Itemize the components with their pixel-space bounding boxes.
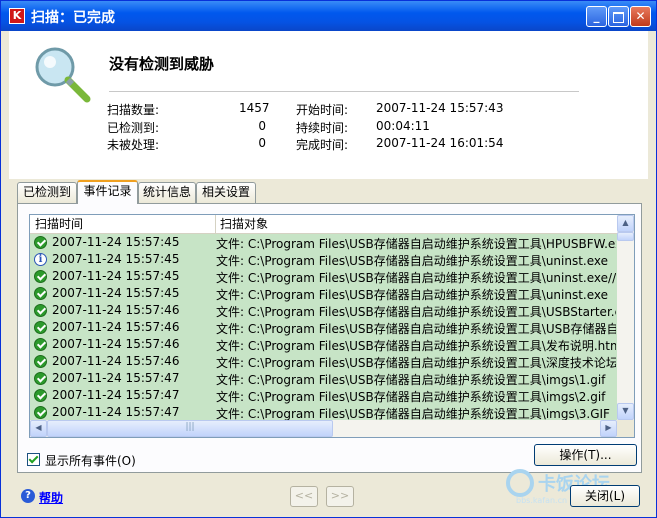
finish-time-label: 完成时间:	[296, 138, 349, 152]
row-time: 2007-11-24 15:57:45	[52, 235, 180, 249]
start-time-value: 2007-11-24 15:57:43	[376, 101, 504, 115]
window-title: 扫描：已完成	[31, 10, 115, 26]
table-row[interactable]: 2007-11-24 15:57:47 文件: C:\Program Files…	[30, 370, 617, 387]
row-time: 2007-11-24 15:57:46	[52, 320, 180, 334]
untreated-count-label: 未被处理:	[107, 138, 160, 152]
row-object: 文件: C:\Program Files\USB存储器自启动维护系统设置工具\U…	[216, 305, 616, 319]
ok-check-icon	[34, 304, 47, 317]
header-divider	[109, 91, 579, 92]
ok-check-icon	[34, 355, 47, 368]
row-time: 2007-11-24 15:57:47	[52, 405, 180, 419]
tab-statistics[interactable]: 统计信息	[138, 182, 196, 203]
maximize-icon	[613, 12, 624, 23]
scroll-right-icon[interactable]: ▶	[600, 420, 617, 437]
column-header-scan-time[interactable]: 扫描时间	[30, 215, 216, 234]
vertical-scroll-thumb[interactable]	[617, 232, 634, 241]
tab-settings[interactable]: 相关设置	[196, 182, 256, 203]
ok-check-icon	[34, 321, 47, 334]
close-button[interactable]: 关闭(L)	[570, 485, 640, 507]
vertical-scrollbar[interactable]: ▲ ▼	[617, 215, 634, 420]
table-row[interactable]: 2007-11-24 15:57:45 文件: C:\Program Files…	[30, 285, 617, 302]
scroll-up-icon[interactable]: ▲	[617, 215, 634, 232]
scanned-count-value: 1457	[239, 101, 270, 115]
row-time: 2007-11-24 15:57:45	[52, 286, 180, 300]
ok-check-icon	[34, 406, 47, 419]
detected-count-label: 已检测到:	[107, 121, 160, 135]
detected-count-value: 0	[258, 119, 266, 133]
row-object: 文件: C:\Program Files\USB存储器自启动维护系统设置工具\H…	[216, 237, 616, 251]
ok-check-icon	[34, 372, 47, 385]
duration-label: 持续时间:	[296, 121, 349, 135]
help-icon[interactable]: ?	[21, 489, 35, 503]
ok-check-icon	[34, 389, 47, 402]
row-object: 文件: C:\Program Files\USB存储器自启动维护系统设置工具\i…	[216, 390, 606, 404]
tab-detected[interactable]: 已检测到	[17, 182, 77, 203]
close-icon: ✕	[635, 9, 646, 23]
row-object: 文件: C:\Program Files\USB存储器自启动维护系统设置工具\u…	[216, 254, 609, 268]
magnifier-icon	[35, 47, 91, 103]
event-log-panel: 扫描时间 扫描对象 2007-11-24 15:57:45 文件: C:\Pro…	[17, 203, 642, 473]
table-row[interactable]: 2007-11-24 15:57:45 文件: C:\Program Files…	[30, 268, 617, 285]
ok-check-icon	[34, 287, 47, 300]
info-icon: i	[34, 253, 47, 266]
show-all-events-label[interactable]: 显示所有事件(O)	[45, 452, 136, 469]
ok-check-icon	[34, 270, 47, 283]
scan-window: K 扫描：已完成 _ ✕ 没有检测到威胁 扫描数量: 1457 已检测到: 0 …	[0, 0, 657, 518]
event-list[interactable]: 扫描时间 扫描对象 2007-11-24 15:57:45 文件: C:\Pro…	[29, 214, 635, 438]
table-row[interactable]: 2007-11-24 15:57:47 文件: C:\Program Files…	[30, 404, 617, 421]
ok-check-icon	[34, 236, 47, 249]
scan-status-title: 没有检测到威胁	[109, 55, 215, 73]
scroll-down-icon[interactable]: ▼	[617, 403, 634, 420]
scroll-left-icon[interactable]: ◀	[30, 420, 47, 437]
maximize-button[interactable]	[608, 6, 629, 27]
row-object: 文件: C:\Program Files\USB存储器自启动维护系统设置工具\u…	[216, 288, 609, 302]
column-header-scan-object[interactable]: 扫描对象	[216, 215, 621, 234]
finish-time-value: 2007-11-24 16:01:54	[376, 136, 504, 150]
previous-button[interactable]: <<	[290, 486, 318, 507]
horizontal-scroll-thumb[interactable]: |||	[47, 420, 333, 437]
show-all-events-checkbox[interactable]	[27, 453, 40, 466]
row-time: 2007-11-24 15:57:47	[52, 388, 180, 402]
row-object: 文件: C:\Program Files\USB存储器自启动维护系统设置工具\u…	[216, 271, 616, 285]
title-bar[interactable]: K 扫描：已完成 _ ✕	[1, 1, 656, 31]
kaspersky-app-icon: K	[9, 8, 25, 24]
row-time: 2007-11-24 15:57:45	[52, 252, 180, 266]
table-row[interactable]: 2007-11-24 15:57:45 文件: C:\Program Files…	[30, 234, 617, 251]
table-row[interactable]: 2007-11-24 15:57:46 文件: C:\Program Files…	[30, 336, 617, 353]
table-row[interactable]: 2007-11-24 15:57:46 文件: C:\Program Files…	[30, 302, 617, 319]
row-object: 文件: C:\Program Files\USB存储器自启动维护系统设置工具\发…	[216, 339, 616, 353]
table-row[interactable]: 2007-11-24 15:57:47 文件: C:\Program Files…	[30, 387, 617, 404]
row-time: 2007-11-24 15:57:46	[52, 337, 180, 351]
ok-check-icon	[34, 338, 47, 351]
scrollbar-corner	[617, 420, 634, 437]
table-row[interactable]: i 2007-11-24 15:57:45 文件: C:\Program Fil…	[30, 251, 617, 268]
summary-header: 没有检测到威胁 扫描数量: 1457 已检测到: 0 未被处理: 0 开始时间:…	[9, 31, 648, 179]
actions-button[interactable]: 操作(T)...	[534, 444, 637, 466]
table-row[interactable]: 2007-11-24 15:57:46 文件: C:\Program Files…	[30, 319, 617, 336]
scanned-count-label: 扫描数量:	[107, 103, 160, 117]
row-object: 文件: C:\Program Files\USB存储器自启动维护系统设置工具\深…	[216, 356, 616, 370]
close-window-button[interactable]: ✕	[630, 6, 651, 27]
start-time-label: 开始时间:	[296, 103, 349, 117]
minimize-icon: _	[593, 9, 600, 23]
svg-text:bbs.kafan.cn: bbs.kafan.cn	[516, 496, 567, 505]
row-object: 文件: C:\Program Files\USB存储器自启动维护系统设置工具\U…	[216, 322, 616, 336]
tab-event-log[interactable]: 事件记录	[77, 180, 138, 204]
row-time: 2007-11-24 15:57:47	[52, 371, 180, 385]
row-time: 2007-11-24 15:57:46	[52, 354, 180, 368]
row-object: 文件: C:\Program Files\USB存储器自启动维护系统设置工具\i…	[216, 373, 606, 387]
row-time: 2007-11-24 15:57:45	[52, 269, 180, 283]
table-row[interactable]: 2007-11-24 15:57:46 文件: C:\Program Files…	[30, 353, 617, 370]
minimize-button[interactable]: _	[586, 6, 607, 27]
duration-value: 00:04:11	[376, 119, 430, 133]
untreated-count-value: 0	[258, 136, 266, 150]
help-link[interactable]: 帮助	[39, 489, 63, 506]
row-time: 2007-11-24 15:57:46	[52, 303, 180, 317]
horizontal-scrollbar[interactable]: ◀ ||| ▶	[30, 420, 617, 437]
next-button[interactable]: >>	[326, 486, 354, 507]
